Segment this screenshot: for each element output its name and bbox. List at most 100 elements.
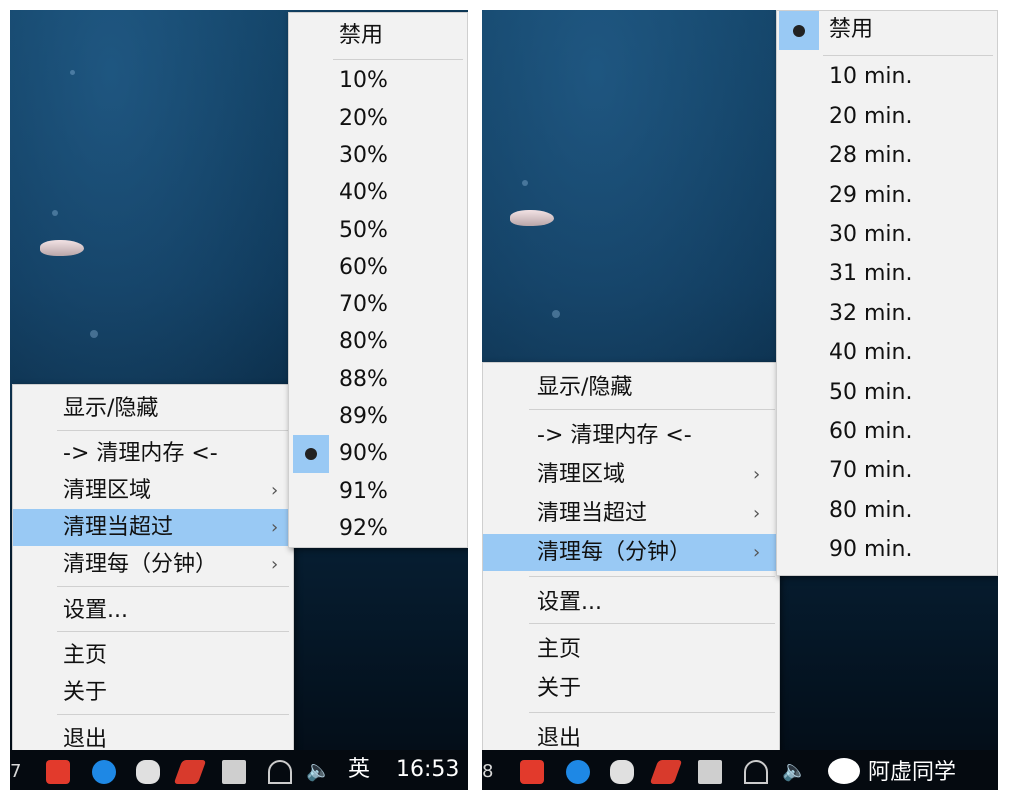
menu-item-1[interactable]: -> 清理内存 <- [13,435,293,472]
battery-icon[interactable] [222,760,246,784]
menu-item-label: 清理每（分钟） [63,552,218,577]
cloud-sync-icon[interactable] [610,760,634,784]
chevron-right-icon: › [271,554,279,575]
submenu-option-label: 70 min. [829,458,913,484]
radio-dot-icon [305,447,317,460]
menu-item-4[interactable]: 清理每（分钟） › [13,546,293,583]
chevron-right-icon: › [753,542,761,563]
radio-dot-icon [793,24,805,37]
wallpaper-rock [40,240,84,256]
app-tray-icon[interactable] [520,760,544,784]
taskbar-fragment: 8 [482,761,494,782]
wifi-icon[interactable] [744,760,768,784]
submenu-option[interactable]: 40 min. [777,334,997,371]
submenu-option[interactable]: 50 min. [777,374,997,411]
menu-item-7[interactable]: 关于 [483,670,779,707]
menu-item-2[interactable]: 清理区域 › [13,472,293,509]
chevron-right-icon: › [271,480,279,501]
submenu-option-label: 29 min. [829,182,913,208]
menu-separator [529,623,775,624]
checked-indicator [779,11,819,51]
submenu-option[interactable]: 32 min. [777,295,997,332]
menu-item-3[interactable]: 清理当超过 › [13,509,293,546]
submenu-option[interactable]: 29 min. [777,177,997,214]
submenu-option[interactable]: 31 min. [777,255,997,292]
wallpaper-bubble [52,210,58,216]
taskbar-fragment: 7 [10,761,22,782]
wechat-watermark: 阿虚同学 [828,756,998,786]
submenu-option[interactable]: 30 min. [777,216,997,253]
menu-item-label: 设置... [537,590,602,615]
cloud-sync-icon[interactable] [136,760,160,784]
submenu-option[interactable]: 禁用 [777,11,997,51]
menu-item-5[interactable]: 设置... [13,592,293,629]
x-tray-icon[interactable] [649,760,683,784]
submenu-option[interactable]: 89% [289,398,467,435]
input-language-indicator[interactable]: 英 [348,750,370,790]
menu-item-1[interactable]: -> 清理内存 <- [483,417,779,454]
submenu-option-label: 50 min. [829,379,913,405]
submenu-option-label: 10% [339,68,388,94]
submenu-option[interactable]: 80% [289,323,467,360]
menu-item-label: -> 清理内存 <- [537,423,692,448]
battery-icon[interactable] [698,760,722,784]
taskbar: 8 🔈 阿虚同学 [482,750,998,790]
submenu-option[interactable]: 90% [289,435,467,473]
wifi-icon[interactable] [268,760,292,784]
submenu-option[interactable]: 28 min. [777,137,997,174]
menu-separator [333,59,463,60]
submenu-option[interactable]: 60% [289,249,467,286]
speaker-icon[interactable]: 🔈 [782,750,807,790]
menu-item-6[interactable]: 主页 [483,631,779,668]
menu-separator [57,586,289,587]
submenu-option[interactable]: 10% [289,62,467,99]
submenu-option[interactable]: 90 min. [777,531,997,568]
app-tray-icon[interactable] [46,760,70,784]
menu-item-3[interactable]: 清理当超过 › [483,495,779,532]
menu-separator [823,55,993,56]
menu-item-7[interactable]: 关于 [13,674,293,711]
clean-every-minutes-submenu: 禁用 10 min. 20 min. 28 min. 29 min. 30 min. 31 … [776,10,998,576]
submenu-option[interactable]: 70% [289,286,467,323]
submenu-option[interactable]: 88% [289,361,467,398]
menu-item-2[interactable]: 清理区域 › [483,456,779,493]
submenu-option[interactable]: 禁用 [289,17,467,54]
submenu-option[interactable]: 50% [289,212,467,249]
submenu-option-label: 60 min. [829,419,913,444]
menu-item-label: -> 清理内存 <- [63,441,218,466]
submenu-option[interactable]: 80 min. [777,492,997,529]
menu-item-label: 主页 [537,637,582,662]
submenu-option[interactable]: 30% [289,137,467,174]
menu-item-0[interactable]: 显示/隐藏 [13,390,293,427]
submenu-option[interactable]: 20% [289,100,467,137]
menu-item-label: 设置... [63,598,128,623]
menu-item-label: 清理区域 [537,462,626,487]
submenu-option-label: 32 min. [829,300,913,326]
cloud-tray-icon[interactable] [92,760,116,784]
submenu-option[interactable]: 10 min. [777,58,997,95]
submenu-option-label: 禁用 [339,23,384,48]
menu-item-0[interactable]: 显示/隐藏 [483,369,779,406]
menu-separator [529,712,775,713]
cloud-tray-icon[interactable] [566,760,590,784]
submenu-option[interactable]: 91% [289,473,467,510]
menu-item-6[interactable]: 主页 [13,637,293,674]
clock[interactable]: 16:53 [396,750,459,790]
submenu-option-label: 10 min. [829,64,913,90]
menu-item-5[interactable]: 设置... [483,584,779,621]
menu-item-label: 显示/隐藏 [63,396,159,421]
menu-item-4[interactable]: 清理每（分钟） › [483,534,779,571]
submenu-option-label: 禁用 [829,17,874,42]
x-tray-icon[interactable] [173,760,207,784]
submenu-option[interactable]: 92% [289,510,467,547]
submenu-option-label: 91% [339,478,388,504]
wallpaper-bubble [552,310,560,318]
menu-separator [529,409,775,410]
submenu-option[interactable]: 60 min. [777,413,997,450]
menu-item-label: 关于 [63,680,108,705]
submenu-option[interactable]: 40% [289,174,467,211]
submenu-option[interactable]: 20 min. [777,98,997,135]
submenu-option[interactable]: 70 min. [777,452,997,489]
speaker-icon[interactable]: 🔈 [306,750,331,790]
chevron-right-icon: › [753,503,761,524]
